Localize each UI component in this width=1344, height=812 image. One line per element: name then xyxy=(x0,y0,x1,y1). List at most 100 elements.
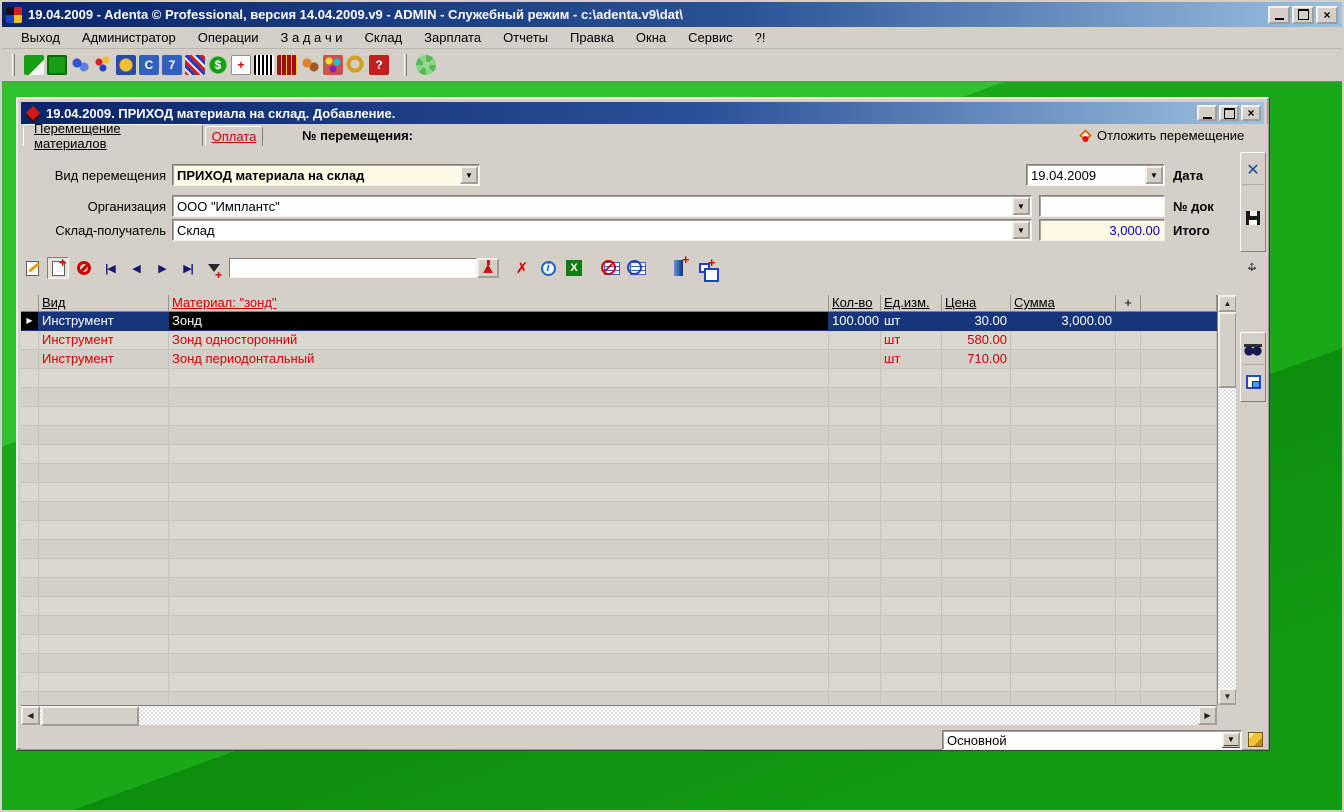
table-row-empty[interactable] xyxy=(21,654,1217,673)
toolbar-grip[interactable] xyxy=(12,54,15,76)
table-row-empty[interactable] xyxy=(21,616,1217,635)
cell-material[interactable]: Зонд периодонтальный xyxy=(169,350,829,369)
table-row-empty[interactable] xyxy=(21,673,1217,692)
dialog-close-button[interactable]: × xyxy=(1241,105,1261,121)
clock-icon[interactable] xyxy=(116,55,136,75)
cashbox-icon[interactable] xyxy=(277,55,297,75)
cell-unit[interactable]: шт xyxy=(881,312,942,331)
cell-price[interactable]: 30.00 xyxy=(942,312,1011,331)
cell-unit[interactable]: шт xyxy=(881,331,942,350)
cell-type[interactable]: Инструмент xyxy=(39,331,169,350)
menu-item-service[interactable]: Сервис xyxy=(677,28,744,47)
window-close-button[interactable]: × xyxy=(1316,6,1338,24)
chevron-down-icon[interactable]: ▼ xyxy=(1222,732,1240,748)
menu-item-help[interactable]: ?! xyxy=(744,28,777,47)
cancel-record-button[interactable] xyxy=(73,257,95,279)
layout-combobox[interactable]: Основной ▼ xyxy=(942,730,1242,750)
new-document-icon[interactable] xyxy=(24,55,44,75)
tab-material-transfer[interactable]: Перемещение материалов xyxy=(23,124,203,146)
chevron-down-icon[interactable]: ▼ xyxy=(1012,221,1030,239)
table-row-empty[interactable] xyxy=(21,635,1217,654)
table-row[interactable]: Инструмент Зонд односторонний шт 580.00 xyxy=(21,331,1217,350)
horizontal-scrollbar[interactable]: ◀ ▶ xyxy=(21,705,1217,725)
cell-unit[interactable]: шт xyxy=(881,350,942,369)
table-row-empty[interactable] xyxy=(21,388,1217,407)
patients-icon[interactable] xyxy=(70,55,90,75)
cell-price[interactable]: 580.00 xyxy=(942,331,1011,350)
filter-button[interactable] xyxy=(203,257,225,279)
first-aid-icon[interactable]: + xyxy=(231,55,251,75)
table-row-empty[interactable] xyxy=(21,464,1217,483)
menu-item-reports[interactable]: Отчеты xyxy=(492,28,559,47)
info-button[interactable]: i xyxy=(537,257,559,279)
balloons-icon[interactable] xyxy=(93,55,113,75)
menu-item-tasks[interactable]: З а д а ч и xyxy=(270,28,354,47)
table-row-empty[interactable] xyxy=(21,692,1217,705)
vertical-scrollbar[interactable]: ▲ ▼ xyxy=(1217,295,1236,705)
menu-item-salary[interactable]: Зарплата xyxy=(413,28,492,47)
cell-sum[interactable] xyxy=(1011,331,1116,350)
toolbar-grip[interactable] xyxy=(404,54,407,76)
table-row-empty[interactable] xyxy=(21,426,1217,445)
table-row-empty[interactable] xyxy=(21,521,1217,540)
flask-button[interactable] xyxy=(477,258,499,278)
key-clock-icon[interactable] xyxy=(346,55,366,75)
add-window-button[interactable] xyxy=(693,257,715,279)
table-row-empty[interactable] xyxy=(21,502,1217,521)
hide-table-button[interactable] xyxy=(601,257,623,279)
select-table-button[interactable] xyxy=(627,257,649,279)
table-row-empty[interactable] xyxy=(21,445,1217,464)
next-record-button[interactable]: ▶ xyxy=(151,257,173,279)
chevron-down-icon[interactable]: ▼ xyxy=(1012,197,1030,215)
cell-type[interactable]: Инструмент xyxy=(39,350,169,369)
table-row-empty[interactable] xyxy=(21,540,1217,559)
move-handle-icon[interactable]: ↔↕ xyxy=(1243,257,1261,275)
prev-record-button[interactable]: ◀ xyxy=(125,257,147,279)
barcode-icon[interactable] xyxy=(254,55,274,75)
export-excel-button[interactable]: X xyxy=(563,257,585,279)
cell-qty[interactable] xyxy=(829,350,881,369)
cell-plus[interactable] xyxy=(1116,331,1141,350)
flower-icon[interactable] xyxy=(416,55,436,75)
material-card-button[interactable] xyxy=(1242,367,1264,397)
scroll-left-button[interactable]: ◀ xyxy=(21,706,40,725)
edit-record-button[interactable] xyxy=(21,257,43,279)
table-row-empty[interactable] xyxy=(21,369,1217,388)
calendar-c-icon[interactable]: C xyxy=(139,55,159,75)
menu-item-windows[interactable]: Окна xyxy=(625,28,677,47)
dollar-icon[interactable]: $ xyxy=(208,55,228,75)
table-row[interactable]: ▶ Инструмент Зонд 100.000 шт 30.00 3,000… xyxy=(21,312,1217,331)
last-record-button[interactable]: ▶| xyxy=(177,257,199,279)
table-row[interactable]: Инструмент Зонд периодонтальный шт 710.0… xyxy=(21,350,1217,369)
cards-icon[interactable] xyxy=(185,55,205,75)
first-record-button[interactable]: |◀ xyxy=(99,257,121,279)
table-row-empty[interactable] xyxy=(21,559,1217,578)
menu-item-administrator[interactable]: Администратор xyxy=(71,28,187,47)
window-minimize-button[interactable] xyxy=(1268,6,1290,24)
scroll-up-button[interactable]: ▲ xyxy=(1218,295,1236,312)
column-header-type[interactable]: Вид xyxy=(39,295,169,312)
clear-filter-button[interactable]: ✗ xyxy=(511,257,533,279)
cancel-button[interactable]: ✕ xyxy=(1242,155,1264,185)
add-record-button[interactable] xyxy=(47,257,69,279)
column-header-material[interactable]: Материал: "зонд" xyxy=(169,295,829,312)
horizontal-scroll-thumb[interactable] xyxy=(41,706,139,726)
cell-qty[interactable] xyxy=(829,331,881,350)
cell-qty[interactable]: 100.000 xyxy=(829,312,881,331)
column-header-unit[interactable]: Ед.изм. xyxy=(881,295,942,312)
window-maximize-button[interactable] xyxy=(1292,6,1314,24)
scroll-down-button[interactable]: ▼ xyxy=(1218,688,1236,705)
menu-item-edit[interactable]: Правка xyxy=(559,28,625,47)
search-input[interactable] xyxy=(229,258,477,278)
organization-combobox[interactable]: ООО "Имплантс" ▼ xyxy=(172,195,1032,217)
palette-icon[interactable] xyxy=(323,55,343,75)
menu-item-operations[interactable]: Операции xyxy=(187,28,270,47)
warehouse-combobox[interactable]: Склад ▼ xyxy=(172,219,1032,241)
transfer-type-combobox[interactable]: ПРИХОД материала на склад ▼ xyxy=(172,164,480,186)
table-row-empty[interactable] xyxy=(21,407,1217,426)
cell-material[interactable]: Зонд xyxy=(169,312,829,331)
cell-plus[interactable] xyxy=(1116,350,1141,369)
doc-number-field[interactable] xyxy=(1039,195,1165,217)
chevron-down-icon[interactable]: ▼ xyxy=(1145,166,1163,184)
table-green-icon[interactable] xyxy=(47,55,67,75)
